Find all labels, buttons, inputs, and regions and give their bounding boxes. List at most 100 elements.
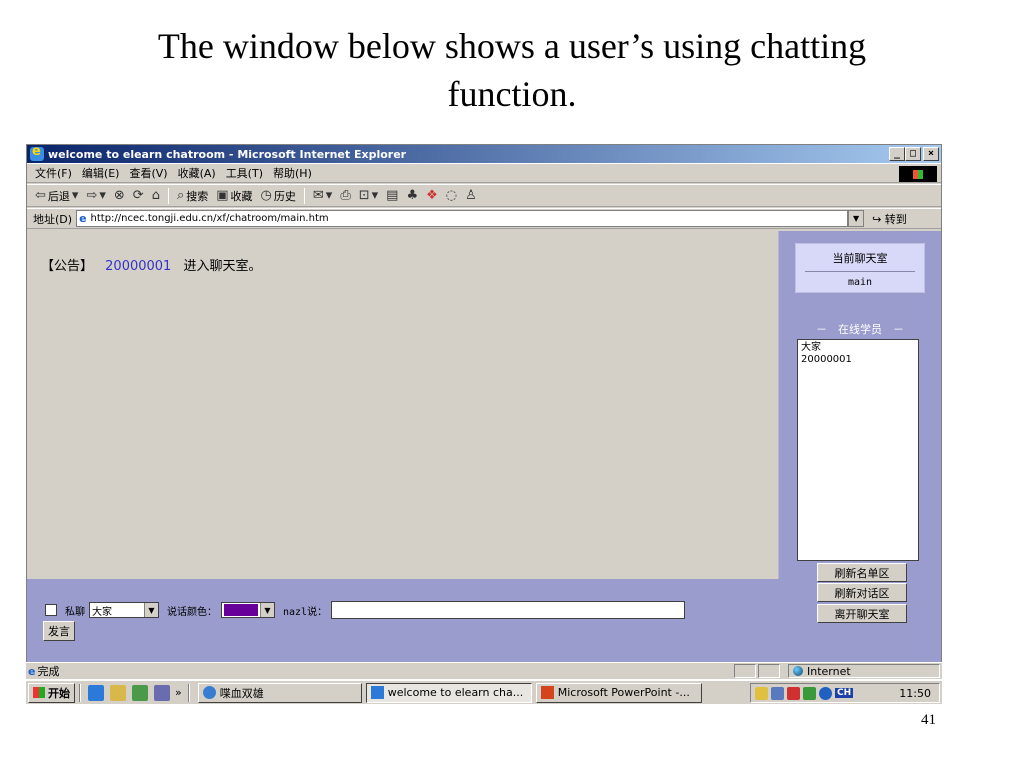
refresh-chat-button[interactable]: 刷新对话区 bbox=[817, 583, 907, 602]
mail-button[interactable]: ✉ ▾ bbox=[313, 188, 332, 203]
media-quicklaunch-icon[interactable] bbox=[154, 684, 170, 701]
status-pane bbox=[734, 664, 756, 678]
contacts-icon: ♙ bbox=[465, 188, 477, 203]
chat-bubble-icon: ◌ bbox=[445, 188, 458, 203]
toolbar-separator bbox=[167, 187, 169, 204]
address-input[interactable]: e http://ncec.tongji.edu.cn/xf/chatroom/… bbox=[76, 210, 849, 227]
message-input[interactable] bbox=[331, 601, 686, 619]
task-button-powerpoint[interactable]: Microsoft PowerPoint -... bbox=[535, 682, 702, 703]
globe-icon bbox=[793, 666, 803, 676]
contacts-icon[interactable] bbox=[803, 686, 816, 700]
translate-button[interactable]: ♣ bbox=[406, 188, 418, 203]
taskbar: 开始 » 喋血双雄 welcome to elearn cha... Micro… bbox=[26, 680, 942, 704]
refresh-icon: ⟳ bbox=[132, 188, 144, 203]
mail-dropdown-icon: ▾ bbox=[325, 188, 333, 203]
task-label: welcome to elearn cha... bbox=[387, 686, 524, 699]
search-button[interactable]: ⌕ 搜索 bbox=[177, 188, 208, 204]
private-chat-checkbox[interactable] bbox=[45, 604, 57, 616]
room-divider bbox=[805, 271, 915, 272]
network-icon[interactable] bbox=[755, 686, 768, 700]
online-user-item[interactable]: 大家 bbox=[801, 342, 915, 354]
window-controls: _ □ × bbox=[889, 147, 939, 161]
forward-button[interactable]: ⇨ ▾ bbox=[86, 188, 105, 203]
ie-quicklaunch-icon[interactable] bbox=[88, 684, 104, 701]
task-button-ie[interactable]: welcome to elearn cha... bbox=[365, 682, 532, 703]
outlook-quicklaunch-icon[interactable] bbox=[110, 684, 126, 701]
search-icon: ⌕ bbox=[176, 188, 185, 203]
contacts-button[interactable]: ♙ bbox=[465, 188, 477, 203]
forward-arrow-icon: ⇨ bbox=[86, 188, 98, 203]
close-button[interactable]: × bbox=[923, 147, 939, 161]
menu-favorites[interactable]: 收藏(A) bbox=[178, 165, 216, 181]
home-button[interactable]: ⌂ bbox=[152, 188, 160, 203]
desktop-quicklaunch-icon[interactable] bbox=[132, 684, 148, 701]
go-button[interactable]: ↪ 转到 bbox=[872, 211, 907, 227]
color-swatch bbox=[224, 604, 258, 616]
online-users-list[interactable]: 大家 20000001 bbox=[797, 339, 919, 561]
status-pane bbox=[758, 664, 780, 678]
security-zone: Internet bbox=[788, 664, 940, 678]
menu-file[interactable]: 文件(F) bbox=[35, 165, 72, 181]
send-button[interactable]: 发言 bbox=[43, 621, 75, 641]
quicklaunch-more-icon[interactable]: » bbox=[175, 686, 182, 699]
announcement-user[interactable]: 20000001 bbox=[105, 259, 171, 274]
powerpoint-icon bbox=[540, 686, 554, 699]
speaker-label: nazl说： bbox=[283, 606, 328, 618]
announcement-text: 进入聊天室。 bbox=[183, 259, 262, 274]
window-titlebar[interactable]: welcome to elearn chatroom - Microsoft I… bbox=[27, 144, 941, 163]
slide-title: The window below shows a user’s using ch… bbox=[0, 22, 1024, 118]
task-button-search[interactable]: 喋血双雄 bbox=[197, 682, 362, 703]
home-icon: ⌂ bbox=[151, 188, 160, 203]
menu-edit[interactable]: 编辑(E) bbox=[82, 165, 120, 181]
ie-page-icon: e bbox=[28, 664, 36, 678]
address-dropdown-icon[interactable]: ▼ bbox=[848, 210, 865, 227]
announcement-message: 【公告】 20000001 进入聊天室。 bbox=[41, 255, 261, 274]
leave-room-button[interactable]: 离开聊天室 bbox=[817, 604, 907, 623]
volume-icon[interactable] bbox=[771, 686, 784, 700]
antivirus-icon[interactable] bbox=[787, 686, 800, 700]
stop-button[interactable]: ⊗ bbox=[114, 188, 125, 203]
menu-view[interactable]: 查看(V) bbox=[129, 165, 167, 181]
toolbar: ⇦ 后退 ▾ ⇨ ▾ ⊗ ⟳ ⌂ ⌕ 搜索 ▣ 收藏 ◷ 历史 ✉ ▾ ⎙ ⊡ ▾ … bbox=[27, 184, 941, 207]
online-user-item[interactable]: 20000001 bbox=[801, 354, 915, 366]
menu-help[interactable]: 帮助(H) bbox=[273, 165, 312, 181]
current-room-name: main bbox=[847, 277, 873, 288]
start-button[interactable]: 开始 bbox=[28, 682, 75, 703]
messenger-icon[interactable] bbox=[819, 686, 832, 700]
back-dropdown-icon: ▾ bbox=[71, 188, 79, 203]
refresh-list-button[interactable]: 刷新名单区 bbox=[817, 563, 907, 582]
favorites-button[interactable]: ▣ 收藏 bbox=[216, 188, 252, 204]
windows-logo-icon bbox=[899, 166, 937, 182]
edit-button[interactable]: ⊡ ▾ bbox=[359, 188, 378, 203]
back-arrow-icon: ⇦ bbox=[35, 188, 46, 203]
start-label: 开始 bbox=[48, 686, 70, 700]
history-icon: ◷ bbox=[260, 188, 272, 203]
back-button[interactable]: ⇦ 后退 ▾ bbox=[35, 188, 78, 204]
maximize-button[interactable]: □ bbox=[905, 147, 921, 161]
system-tray: CH 11:50 bbox=[750, 683, 940, 703]
ie-page-icon bbox=[370, 686, 384, 699]
edit-dropdown-icon: ▾ bbox=[371, 188, 379, 203]
ie-page-icon: e bbox=[79, 212, 87, 225]
discuss-button[interactable]: ▤ bbox=[386, 188, 398, 203]
favorites-icon: ▣ bbox=[216, 188, 229, 203]
color-select[interactable]: ▼ bbox=[221, 602, 275, 618]
input-method-indicator[interactable]: CH bbox=[835, 688, 854, 698]
refresh-button[interactable]: ⟳ bbox=[133, 188, 144, 203]
online-users-title: － 在线学员 － bbox=[816, 323, 904, 336]
recipient-select[interactable]: 大家 ▼ bbox=[89, 602, 159, 618]
print-button[interactable]: ⎙ bbox=[340, 188, 350, 203]
slide-title-line-2: function. bbox=[447, 74, 577, 114]
go-arrow-icon: ↪ bbox=[872, 212, 882, 226]
plugin-button[interactable]: ❖ bbox=[426, 188, 438, 203]
favorites-label: 收藏 bbox=[230, 189, 253, 203]
quicklaunch-separator bbox=[79, 683, 81, 702]
menu-tools[interactable]: 工具(T) bbox=[226, 165, 263, 181]
minimize-button[interactable]: _ bbox=[889, 147, 905, 161]
quicklaunch-separator bbox=[187, 683, 190, 702]
messenger-button[interactable]: ◌ bbox=[446, 188, 457, 203]
private-chat-label: 私聊 bbox=[65, 606, 85, 618]
history-button[interactable]: ◷ 历史 bbox=[261, 188, 296, 204]
page-content: 【公告】 20000001 进入聊天室。 当前聊天室 main － 在线学员 －… bbox=[27, 231, 941, 663]
window-title: welcome to elearn chatroom - Microsoft I… bbox=[48, 147, 407, 161]
